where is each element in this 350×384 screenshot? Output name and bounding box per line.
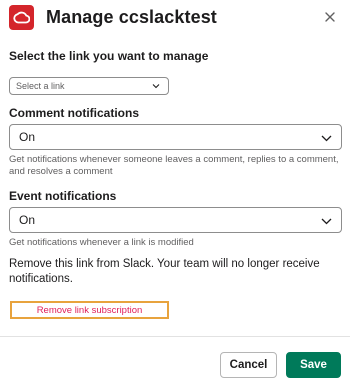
adobe-creative-cloud-icon — [9, 5, 34, 30]
comment-notifications-help: Get notifications whenever someone leave… — [9, 154, 339, 177]
comment-notifications-label: Comment notifications — [9, 106, 140, 120]
link-select-label: Select the link you want to manage — [9, 49, 209, 63]
remove-link-subscription-link[interactable]: Remove link subscription — [37, 305, 143, 316]
dialog-header: Manage ccslacktest — [0, 0, 350, 40]
cancel-button[interactable]: Cancel — [220, 352, 277, 378]
chevron-down-icon — [152, 84, 160, 89]
chevron-down-icon — [321, 135, 332, 142]
close-icon — [325, 12, 335, 22]
event-notifications-label: Event notifications — [9, 189, 117, 203]
close-button[interactable] — [322, 9, 338, 25]
comment-notifications-select[interactable]: On — [9, 124, 342, 150]
manage-link-dialog: Manage ccslacktest Select the link you w… — [0, 0, 350, 384]
remove-description: Remove this link from Slack. Your team w… — [9, 258, 320, 285]
comment-notifications-value: On — [19, 130, 36, 144]
link-select-value: Select a link — [16, 81, 65, 91]
event-notifications-help: Get notifications whenever a link is mod… — [9, 237, 194, 248]
event-notifications-value: On — [19, 213, 36, 227]
link-select[interactable]: Select a link — [9, 77, 169, 95]
chevron-down-icon — [321, 218, 332, 225]
remove-link-highlight: Remove link subscription — [10, 301, 169, 319]
footer-divider — [0, 336, 350, 337]
dialog-title: Manage ccslacktest — [46, 7, 217, 27]
save-button[interactable]: Save — [286, 352, 341, 378]
event-notifications-select[interactable]: On — [9, 207, 342, 233]
